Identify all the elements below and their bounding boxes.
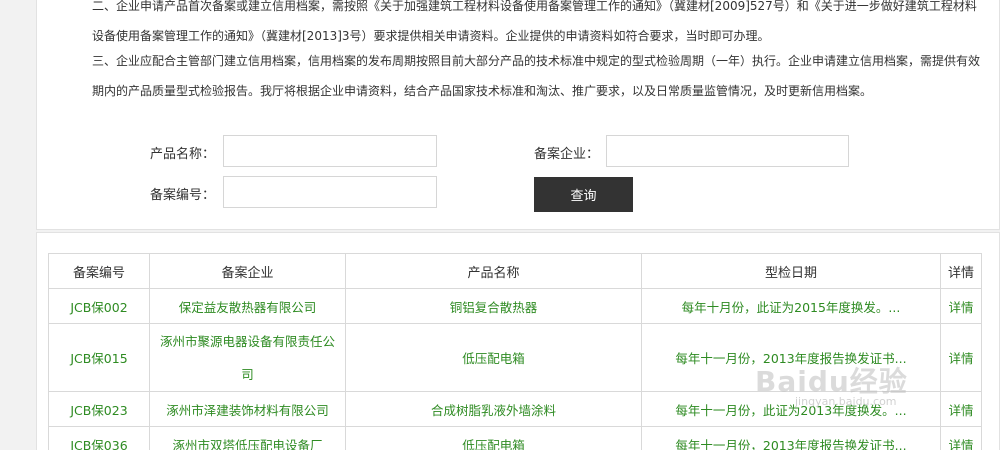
detail-link[interactable]: 详情 (940, 323, 982, 392)
company-text-line-1: 涿州市聚源电器设备有限责任公 (159, 333, 335, 349)
detail-link[interactable]: 详情 (940, 288, 982, 324)
notice-paragraph-3-line-2: 期内的产品质量型式检验报告。我厅将根据企业申请资料，结合产品国家技术标准和淘汰、… (92, 84, 873, 98)
cell-company[interactable]: 涿州市双塔低压配电设备厂 (149, 426, 346, 450)
notice-paragraph-3-line-1: 三、企业应配合主管部门建立信用档案，信用档案的发布周期按照目前大部分产品的技术标… (92, 54, 981, 68)
company-input[interactable] (606, 135, 849, 167)
cell-product[interactable]: 合成树脂乳液外墙涂料 (345, 391, 642, 427)
cell-inspection-date[interactable]: 每年十一月份，2013年度报告换发证书... (641, 426, 941, 450)
cell-product[interactable]: 低压配电箱 (345, 426, 642, 450)
table-row[interactable]: JCB保002 保定益友散热器有限公司 铜铝复合散热器 每年十月份，此证为201… (48, 288, 982, 324)
results-table: 备案编号 备案企业 产品名称 型检日期 详情 JCB保002 保定益友散热器有限… (48, 253, 982, 450)
header-inspection-date: 型检日期 (641, 253, 941, 289)
cell-inspection-date[interactable]: 每年十一月份，2013年度报告换发证书... (641, 323, 941, 392)
company-label: 备案企业： (534, 147, 600, 162)
table-row[interactable]: JCB保036 涿州市双塔低压配电设备厂 低压配电箱 每年十一月份，2013年度… (48, 426, 982, 450)
cell-company[interactable]: 涿州市泽建装饰材料有限公司 (149, 391, 346, 427)
table-row[interactable]: JCB保015 涿州市聚源电器设备有限责任公 司 低压配电箱 每年十一月份，20… (48, 323, 982, 392)
table-row[interactable]: JCB保023 涿州市泽建装饰材料有限公司 合成树脂乳液外墙涂料 每年十一月份，… (48, 391, 982, 427)
inspection-date-text: 每年十一月份，此证为2013年度换发。... (675, 402, 907, 418)
inspection-date-text: 每年十月份，此证为2015年度换发。... (681, 299, 901, 315)
inspection-date-text: 每年十一月份，2013年度报告换发证书... (675, 351, 907, 366)
cell-inspection-date[interactable]: 每年十月份，此证为2015年度换发。... (641, 288, 941, 324)
detail-link[interactable]: 详情 (940, 426, 982, 450)
company-text-line-2: 司 (241, 366, 254, 382)
cell-product[interactable]: 低压配电箱 (345, 323, 642, 392)
inspection-date-text: 每年十一月份，2013年度报告换发证书... (675, 437, 907, 450)
notice-paragraph-2-line-1: 二、企业申请产品首次备案或建立信用档案，需按照《关于加强建筑工程材料设备使用备案… (92, 0, 977, 13)
header-company: 备案企业 (149, 253, 346, 289)
record-no-input[interactable] (223, 176, 437, 208)
table-header-row: 备案编号 备案企业 产品名称 型检日期 详情 (48, 253, 982, 289)
results-panel: 备案编号 备案企业 产品名称 型检日期 详情 JCB保002 保定益友散热器有限… (36, 232, 1000, 450)
detail-link[interactable]: 详情 (940, 391, 982, 427)
cell-record-no[interactable]: JCB保015 (48, 323, 150, 392)
cell-product[interactable]: 铜铝复合散热器 (345, 288, 642, 324)
product-name-label: 产品名称： (150, 147, 216, 162)
search-button[interactable]: 查询 (534, 177, 633, 212)
header-detail: 详情 (940, 253, 982, 289)
header-record-no: 备案编号 (48, 253, 150, 289)
cell-inspection-date[interactable]: 每年十一月份，此证为2013年度换发。... (641, 391, 941, 427)
record-no-label: 备案编号： (150, 188, 216, 203)
cell-company[interactable]: 保定益友散热器有限公司 (149, 288, 346, 324)
product-name-input[interactable] (223, 135, 437, 167)
cell-record-no[interactable]: JCB保036 (48, 426, 150, 450)
cell-record-no[interactable]: JCB保023 (48, 391, 150, 427)
header-product: 产品名称 (345, 253, 642, 289)
cell-company[interactable]: 涿州市聚源电器设备有限责任公 司 (149, 323, 346, 392)
cell-record-no[interactable]: JCB保002 (48, 288, 150, 324)
